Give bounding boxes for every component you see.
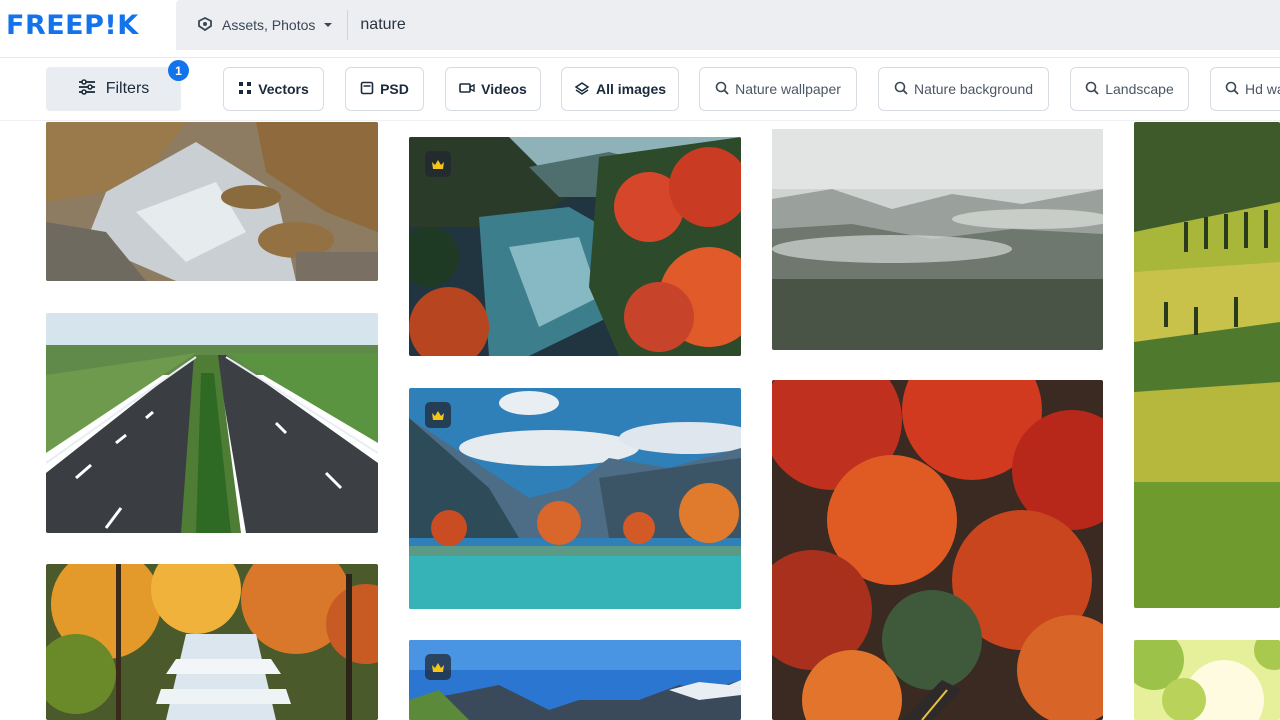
- top-header: FREEP!K Assets, Photos: [0, 0, 1280, 58]
- result-misty-forest[interactable]: [772, 129, 1103, 350]
- chip-label: Hd wa: [1245, 81, 1280, 97]
- sunlit-leaves-image: [1134, 640, 1280, 720]
- result-red-autumn-forest[interactable]: [772, 380, 1103, 720]
- premium-crown-badge: [425, 402, 451, 428]
- crown-icon: [432, 662, 444, 672]
- filters-count-badge: 1: [168, 60, 189, 81]
- river-rocks-image: [46, 122, 378, 281]
- search-icon: [715, 81, 729, 98]
- search-bar: Assets, Photos: [176, 0, 1280, 50]
- chip-label: Vectors: [258, 81, 309, 97]
- vectors-icon: [238, 81, 252, 98]
- crown-icon: [432, 410, 444, 420]
- chip-label: Nature wallpaper: [735, 81, 841, 97]
- filters-button[interactable]: Filters: [46, 67, 181, 111]
- mountain-lake-image: [409, 388, 741, 609]
- highway-image: [46, 313, 378, 533]
- sliders-icon: [78, 78, 96, 100]
- result-river-rocks[interactable]: [46, 122, 378, 281]
- waterfall-autumn-image: [46, 564, 378, 720]
- chip-hd-wallpaper[interactable]: Hd wa: [1210, 67, 1280, 111]
- all-images-icon: [574, 81, 590, 98]
- search-input[interactable]: [360, 10, 1061, 40]
- chip-label: All images: [595, 81, 667, 97]
- result-green-hills[interactable]: [1134, 122, 1280, 608]
- chip-nature-wallpaper[interactable]: Nature wallpaper: [699, 67, 857, 111]
- result-sunlit-leaves[interactable]: [1134, 640, 1280, 720]
- video-icon: [459, 81, 475, 97]
- search-icon: [1085, 81, 1099, 98]
- psd-icon: [360, 81, 374, 98]
- misty-forest-image: [772, 129, 1103, 350]
- search-icon: [894, 81, 908, 98]
- crown-icon: [432, 159, 444, 169]
- asset-type-dropdown[interactable]: Assets, Photos: [176, 10, 349, 40]
- green-hills-image: [1134, 122, 1280, 608]
- filter-bar: Filters 1 Vectors PSD Videos All images …: [0, 59, 1280, 121]
- freepik-logo[interactable]: FREEP!K: [6, 9, 139, 41]
- chip-all-images[interactable]: All images: [561, 67, 679, 111]
- chip-label: Landscape: [1105, 81, 1174, 97]
- premium-crown-badge: [425, 654, 451, 680]
- asset-type-label: Assets, Photos: [222, 17, 316, 33]
- filters-label: Filters: [105, 80, 150, 97]
- autumn-lake-image: [409, 137, 741, 356]
- chevron-down-icon: [323, 21, 333, 29]
- blue-sky-mountains-image: [409, 640, 741, 720]
- result-waterfall-autumn[interactable]: [46, 564, 378, 720]
- assets-icon: [196, 17, 214, 33]
- chip-label: Nature background: [913, 81, 1034, 97]
- red-autumn-forest-image: [772, 380, 1103, 720]
- chip-psd[interactable]: PSD: [345, 67, 424, 111]
- search-icon: [1225, 81, 1239, 98]
- premium-crown-badge: [425, 151, 451, 177]
- chip-videos[interactable]: Videos: [445, 67, 541, 111]
- chip-landscape[interactable]: Landscape: [1070, 67, 1189, 111]
- result-highway[interactable]: [46, 313, 378, 533]
- chip-vectors[interactable]: Vectors: [223, 67, 324, 111]
- result-autumn-lake[interactable]: [409, 137, 741, 356]
- result-blue-sky-mountains[interactable]: [409, 640, 741, 720]
- chip-label: Videos: [481, 81, 527, 97]
- chip-label: PSD: [380, 81, 409, 97]
- result-mountain-lake[interactable]: [409, 388, 741, 609]
- chip-nature-background[interactable]: Nature background: [878, 67, 1049, 111]
